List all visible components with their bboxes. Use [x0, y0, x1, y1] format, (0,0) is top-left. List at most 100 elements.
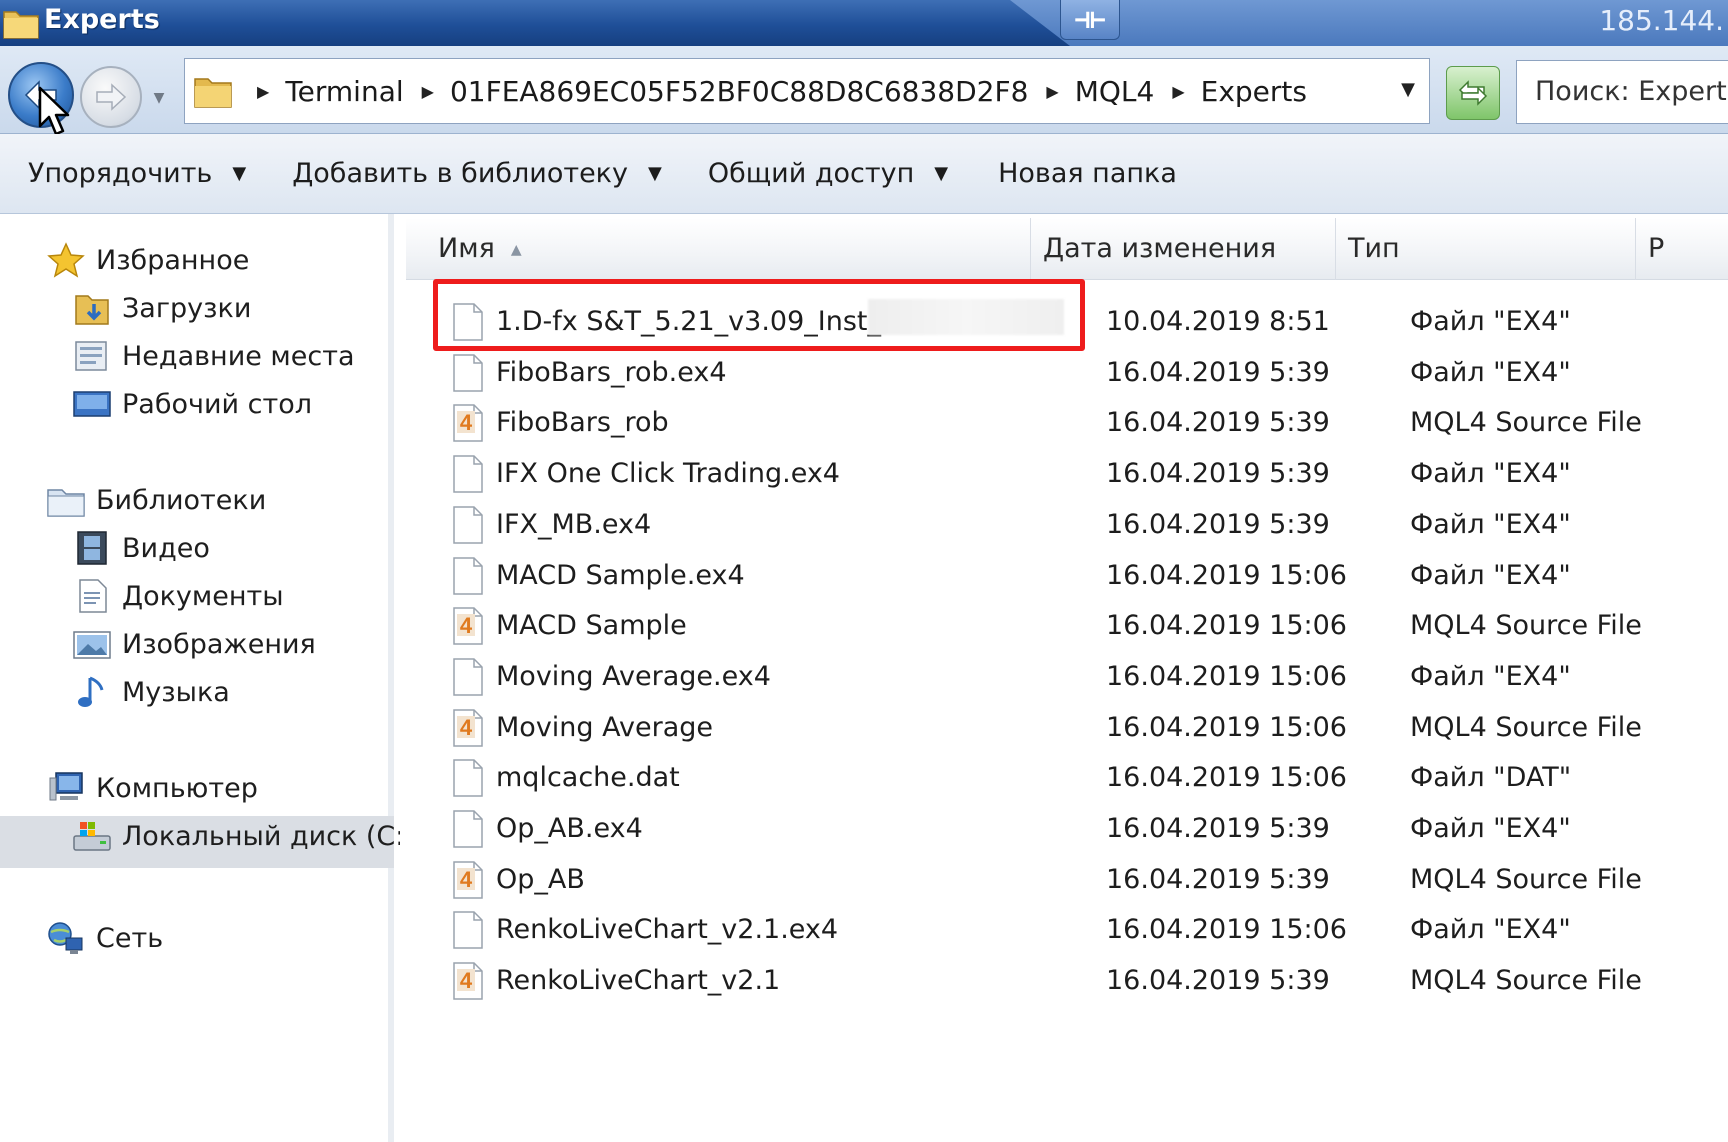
image-icon: [73, 631, 111, 659]
network-icon: [48, 922, 83, 954]
file-date: 16.04.2019 5:39: [1106, 813, 1330, 844]
file-type: MQL4 Source File: [1410, 712, 1642, 743]
file-list-pane: Имя ▲ Дата изменения Тип Р 1.D-fx S&T_5.2…: [400, 214, 1728, 1142]
file-icon: [453, 303, 483, 341]
sidebar-item-local-disk[interactable]: Локальный диск (C:): [72, 818, 415, 854]
file-date: 16.04.2019 15:06: [1106, 560, 1347, 591]
sidebar-item-favorites[interactable]: Избранное: [46, 242, 249, 278]
svg-text:4: 4: [460, 613, 473, 638]
file-date: 16.04.2019 5:39: [1106, 357, 1330, 388]
file-row[interactable]: 4 Moving Average 16.04.2019 15:06 MQL4 Sour…: [400, 702, 1728, 754]
chevron-icon[interactable]: ▶: [1172, 82, 1184, 101]
file-row[interactable]: 4 FiboBars_rob 16.04.2019 5:39 MQL4 Source …: [400, 397, 1728, 449]
column-header-type[interactable]: Тип: [1336, 218, 1636, 280]
file-row[interactable]: Moving Average.ex4 16.04.2019 15:06 Файл "…: [400, 651, 1728, 703]
folder-icon: [194, 78, 232, 108]
desktop-icon: [73, 391, 111, 417]
chevron-icon[interactable]: ▶: [422, 82, 434, 101]
column-header-size[interactable]: Р: [1636, 218, 1728, 280]
sidebar-item-computer[interactable]: Компьютер: [46, 770, 258, 806]
file-row[interactable]: Op_AB.ex4 16.04.2019 5:39 Файл "EX4": [400, 803, 1728, 855]
address-dropdown-icon[interactable]: ▼: [1401, 79, 1415, 100]
sidebar-item-music[interactable]: Музыка: [72, 674, 230, 710]
breadcrumb-terminal-id[interactable]: ▶ 01FEA869EC05F52BF0C88D8C6838D2F8: [404, 75, 1029, 108]
column-header-label: Тип: [1348, 233, 1400, 264]
downloads-folder-icon: [75, 295, 109, 325]
navigation-pane: Избранное Загрузки Недавние места Рабочи…: [0, 214, 415, 1142]
organize-label: Упорядочить: [28, 158, 213, 189]
add-to-library-button[interactable]: Добавить в библиотеку ▼: [292, 158, 662, 189]
sidebar-label: Рабочий стол: [122, 388, 312, 420]
file-row[interactable]: 1.D-fx S&T_5.21_v3.09_Inst_ 10.04.2019 8:…: [400, 296, 1728, 348]
file-icon: [453, 810, 483, 848]
libraries-icon: [47, 489, 85, 517]
file-date: 16.04.2019 15:06: [1106, 610, 1347, 641]
column-header-label: Р: [1648, 233, 1665, 264]
search-input[interactable]: Поиск: Experts: [1516, 60, 1728, 124]
new-folder-button[interactable]: Новая папка: [998, 158, 1177, 189]
forward-button[interactable]: [80, 66, 142, 128]
sidebar-label: Музыка: [122, 676, 230, 708]
sidebar-item-libraries[interactable]: Библиотеки: [46, 482, 266, 518]
organize-button[interactable]: Упорядочить ▼: [28, 158, 246, 189]
remote-ip: 185.144.: [1599, 4, 1724, 37]
command-bar: Упорядочить ▼ Добавить в библиотеку ▼ Об…: [0, 134, 1728, 214]
pin-icon[interactable]: ⊣⊢: [1060, 0, 1120, 40]
file-row[interactable]: RenkoLiveChart_v2.1.ex4 16.04.2019 15:06 Ф…: [400, 904, 1728, 956]
svg-text:4: 4: [460, 715, 473, 740]
chevron-down-icon: ▼: [934, 163, 949, 184]
file-icon: [453, 354, 483, 392]
sidebar-item-video[interactable]: Видео: [72, 530, 210, 566]
file-row[interactable]: IFX One Click Trading.ex4 16.04.2019 5:39…: [400, 448, 1728, 500]
music-note-icon: [78, 676, 104, 707]
refresh-button[interactable]: [1446, 66, 1500, 120]
file-name: IFX One Click Trading.ex4: [496, 458, 840, 489]
sidebar-label: Компьютер: [96, 772, 258, 804]
file-name: MACD Sample: [496, 610, 687, 641]
folder-icon: [3, 11, 39, 39]
file-name: Op_AB.ex4: [496, 813, 643, 844]
sidebar-item-downloads[interactable]: Загрузки: [72, 290, 251, 326]
address-field[interactable]: ▶ Terminal ▶ 01FEA869EC05F52BF0C88D8C683…: [184, 58, 1430, 124]
file-type: Файл "EX4": [1410, 458, 1571, 489]
file-date: 16.04.2019 5:39: [1106, 407, 1330, 438]
breadcrumb-experts[interactable]: ▶ Experts: [1154, 75, 1307, 108]
sidebar-item-desktop[interactable]: Рабочий стол: [72, 386, 312, 422]
column-header-name[interactable]: Имя ▲: [406, 218, 1031, 280]
file-date: 16.04.2019 5:39: [1106, 458, 1330, 489]
file-row[interactable]: MACD Sample.ex4 16.04.2019 15:06 Файл "EX4…: [400, 550, 1728, 602]
file-icon: [453, 506, 483, 544]
file-row[interactable]: 4 RenkoLiveChart_v2.1 16.04.2019 5:39 MQL4 …: [400, 955, 1728, 1007]
sidebar-item-documents[interactable]: Документы: [72, 578, 284, 614]
file-type: Файл "EX4": [1410, 560, 1571, 591]
recent-pages-dropdown[interactable]: ▼: [148, 88, 170, 108]
share-button[interactable]: Общий доступ ▼: [708, 158, 948, 189]
column-header-date[interactable]: Дата изменения: [1031, 218, 1336, 280]
sidebar-item-recent-places[interactable]: Недавние места: [72, 338, 355, 374]
breadcrumb-label: 01FEA869EC05F52BF0C88D8C6838D2F8: [449, 74, 1029, 108]
mql4-file-icon: 4: [453, 709, 483, 747]
file-type: Файл "EX4": [1410, 509, 1571, 540]
arrow-right-icon: [96, 83, 127, 111]
file-icon: [453, 658, 483, 696]
chevron-icon[interactable]: ▶: [257, 82, 269, 101]
file-row[interactable]: FiboBars_rob.ex4 16.04.2019 5:39 Файл "EX4…: [400, 347, 1728, 399]
breadcrumb-mql4[interactable]: ▶ MQL4: [1028, 75, 1154, 108]
file-row[interactable]: IFX_MB.ex4 16.04.2019 5:39 Файл "EX4": [400, 499, 1728, 551]
sidebar-item-network[interactable]: Сеть: [46, 920, 163, 956]
file-type: MQL4 Source File: [1410, 965, 1642, 996]
file-icon: [453, 455, 483, 493]
chevron-icon[interactable]: ▶: [1046, 82, 1058, 101]
sidebar-item-images[interactable]: Изображения: [72, 626, 316, 662]
file-name: 1.D-fx S&T_5.21_v3.09_Inst_: [496, 306, 881, 337]
chevron-down-icon: ▼: [647, 163, 662, 184]
file-row[interactable]: 4 MACD Sample 16.04.2019 15:06 MQL4 Source …: [400, 600, 1728, 652]
svg-text:4: 4: [460, 867, 473, 892]
breadcrumb-terminal[interactable]: ▶ Terminal: [239, 75, 404, 108]
file-date: 16.04.2019 5:39: [1106, 864, 1330, 895]
file-row[interactable]: 4 Op_AB 16.04.2019 5:39 MQL4 Source File: [400, 854, 1728, 906]
file-date: 16.04.2019 15:06: [1106, 712, 1347, 743]
file-row[interactable]: mqlcache.dat 16.04.2019 15:06 Файл "DAT": [400, 752, 1728, 804]
file-icon: [453, 557, 483, 595]
window-title: Experts: [44, 4, 160, 35]
